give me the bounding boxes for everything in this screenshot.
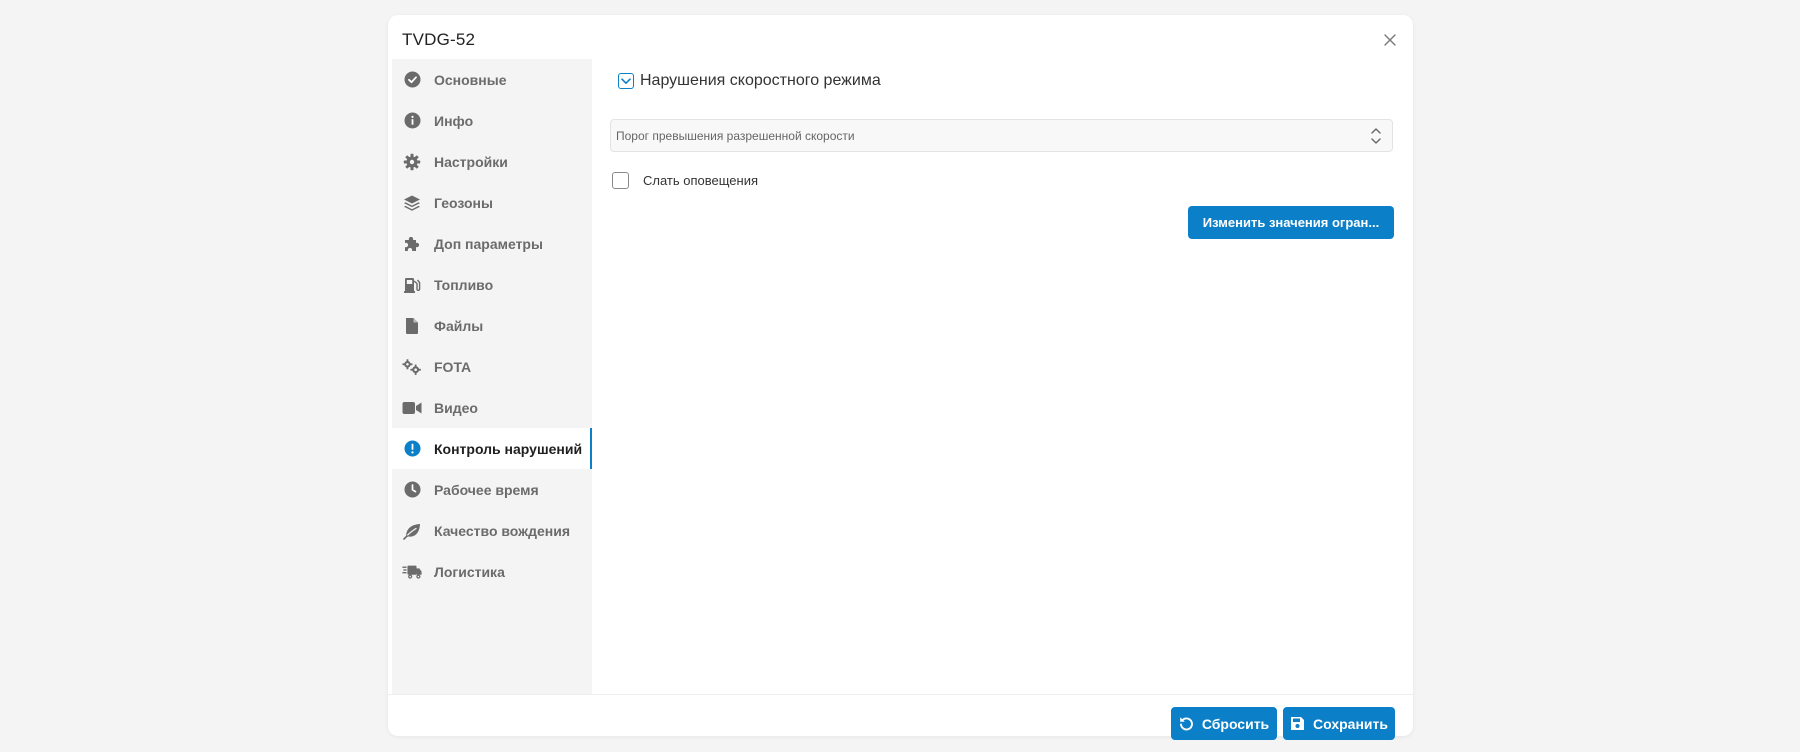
video-camera-icon [402, 398, 422, 418]
send-notifications-label: Слать оповещения [643, 173, 759, 188]
sidebar-item-geozones[interactable]: Геозоны [392, 182, 592, 223]
clock-icon [402, 480, 422, 500]
sidebar-item-label: Топливо [434, 276, 494, 293]
sidebar-item-extra-params[interactable]: Доп параметры [392, 223, 592, 264]
check-circle-icon [402, 70, 422, 90]
vehicle-settings-dialog: TVDG-52 Основные Инфо Настройки Геозоны … [388, 15, 1413, 740]
save-button[interactable]: Сохранить [1283, 707, 1395, 740]
number-stepper[interactable] [1370, 126, 1382, 146]
close-icon [1384, 34, 1396, 46]
leaf-icon [402, 521, 422, 541]
sidebar-item-fuel[interactable]: Топливо [392, 264, 592, 305]
sidebar-item-violations-control[interactable]: Контроль нарушений [392, 428, 592, 469]
sidebar-item-label: Инфо [434, 112, 474, 129]
sidebar-item-label: Геозоны [434, 194, 493, 211]
reset-button-label: Сбросить [1201, 715, 1270, 732]
sidebar-item-label: Видео [434, 399, 478, 416]
file-icon [402, 316, 422, 336]
dialog-title: TVDG-52 [402, 30, 476, 49]
send-notifications-checkbox[interactable] [612, 172, 629, 189]
sidebar-item-label: Контроль нарушений [434, 440, 583, 457]
sidebar-item-working-time[interactable]: Рабочее время [392, 469, 592, 510]
sidebar-item-fota[interactable]: FOTA [392, 346, 592, 387]
truck-icon [402, 562, 422, 582]
sidebar-item-video[interactable]: Видео [392, 387, 592, 428]
speed-violations-section-header[interactable]: Нарушения скоростного режима [618, 72, 881, 90]
fuel-pump-icon [402, 275, 422, 295]
close-button[interactable] [1381, 31, 1399, 49]
undo-icon [1179, 716, 1194, 731]
gear-icon [402, 152, 422, 172]
up-down-arrows-icon [1371, 127, 1381, 144]
dialog-footer: Сбросить Сохранить [388, 694, 1413, 740]
sidebar-item-label: Качество вождения [434, 522, 571, 539]
sidebar-item-files[interactable]: Файлы [392, 305, 592, 346]
floppy-disk-icon [1290, 716, 1305, 731]
speed-threshold-input[interactable] [616, 128, 1370, 143]
settings-sidebar: Основные Инфо Настройки Геозоны Доп пара… [392, 59, 592, 694]
chevron-down-icon [621, 77, 631, 84]
sidebar-item-logistics[interactable]: Логистика [392, 551, 592, 592]
send-notifications-row: Слать оповещения [612, 172, 758, 189]
sidebar-item-basic[interactable]: Основные [392, 59, 592, 100]
reset-button[interactable]: Сбросить [1171, 707, 1277, 740]
section-title: Нарушения скоростного режима [640, 72, 881, 89]
sidebar-item-label: Основные [434, 71, 507, 88]
sidebar-item-label: Настройки [434, 153, 508, 170]
violations-control-panel: Нарушения скоростного режима Слать опове… [592, 59, 1413, 694]
section-collapse-toggle[interactable] [618, 73, 634, 89]
sidebar-item-info[interactable]: Инфо [392, 100, 592, 141]
sidebar-item-label: Файлы [434, 317, 484, 334]
save-button-label: Сохранить [1313, 715, 1388, 732]
change-limits-button[interactable]: Изменить значения огран... [1188, 206, 1394, 239]
sidebar-item-label: Логистика [434, 563, 505, 580]
sidebar-item-settings[interactable]: Настройки [392, 141, 592, 182]
sidebar-item-label: Рабочее время [434, 481, 539, 498]
info-icon [402, 111, 422, 131]
speed-threshold-field[interactable] [610, 119, 1393, 152]
sidebar-item-label: Доп параметры [434, 235, 543, 252]
sidebar-item-driving-quality[interactable]: Качество вождения [392, 510, 592, 551]
gears-icon [402, 357, 422, 377]
puzzle-icon [402, 234, 422, 254]
layers-icon [402, 193, 422, 213]
dialog-header: TVDG-52 [388, 15, 1413, 59]
sidebar-item-label: FOTA [434, 358, 472, 375]
exclamation-circle-icon [402, 439, 422, 459]
